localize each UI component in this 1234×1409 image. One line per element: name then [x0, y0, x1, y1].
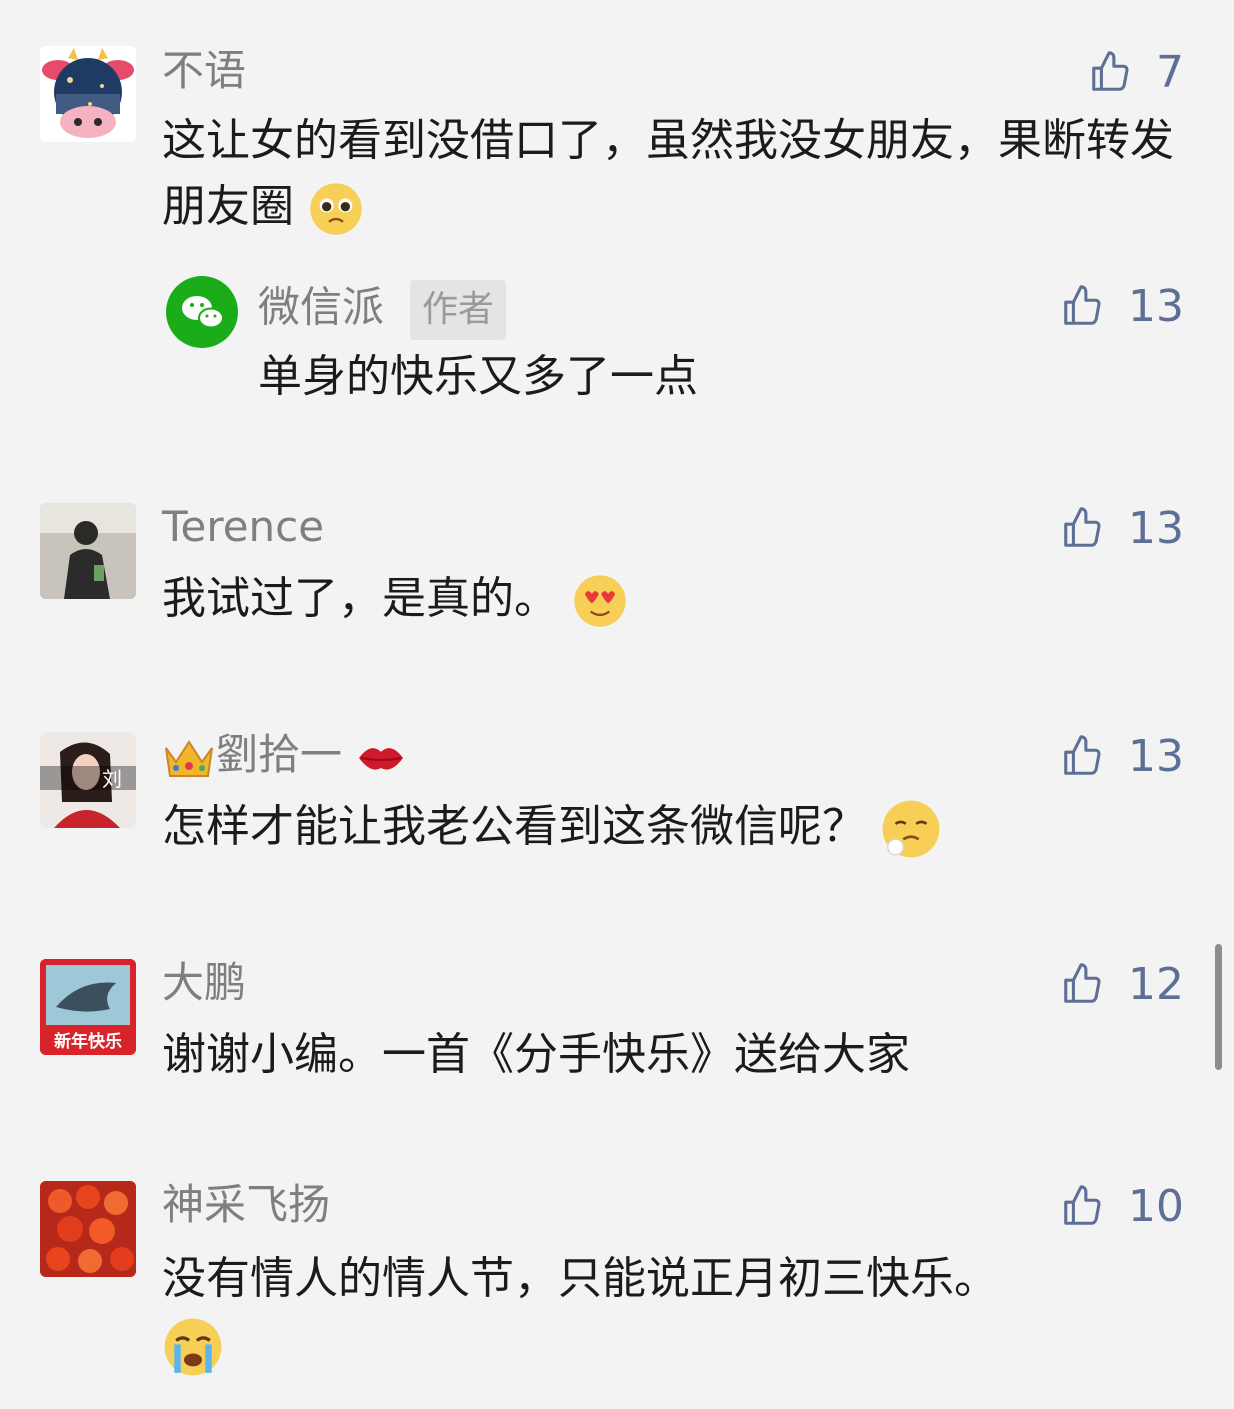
- like-button[interactable]: 7: [1088, 46, 1184, 98]
- woman-photo-avatar: 刘: [40, 732, 136, 828]
- wechat-avatar[interactable]: [166, 276, 238, 348]
- avatar[interactable]: [40, 503, 136, 599]
- reply-text: 单身的快乐又多了一点: [258, 351, 698, 402]
- like-button[interactable]: 13: [1060, 280, 1184, 332]
- like-button[interactable]: 13: [1060, 502, 1184, 554]
- comment-text: 谢谢小编。一首《分手快乐》送给大家: [162, 1029, 910, 1080]
- comment-text-content: 怎样才能让我老公看到这条微信呢？: [162, 801, 866, 852]
- comment-text: 我试过了，是真的。: [162, 566, 1182, 632]
- crying-snot-face-emoji: [882, 800, 940, 858]
- comment-author-name[interactable]: 劉拾一: [162, 730, 407, 780]
- sobbing-face-emoji: [164, 1318, 222, 1376]
- avatar[interactable]: [40, 1181, 136, 1277]
- person-photo-avatar: [40, 503, 136, 599]
- avatar[interactable]: 新年快乐: [40, 959, 136, 1055]
- like-count: 13: [1128, 280, 1184, 332]
- lips-icon: [359, 747, 404, 770]
- comment-text: 这让女的看到没借口了，虽然我没女朋友，果断转发朋友圈: [162, 108, 1182, 240]
- crown-icon: [165, 739, 213, 777]
- like-count: 13: [1128, 730, 1184, 782]
- whale-new-year-avatar: 新年快乐: [40, 959, 136, 1055]
- flowers-avatar: [40, 1181, 136, 1277]
- comment-author-label: 劉拾一: [216, 730, 343, 779]
- reply-author-name[interactable]: 微信派 作者: [258, 280, 507, 340]
- author-tag: 作者: [410, 280, 507, 340]
- avatar-new-year-text: 新年快乐: [54, 1031, 122, 1052]
- avatar[interactable]: 刘: [40, 732, 136, 828]
- like-count: 10: [1128, 1180, 1184, 1232]
- like-button[interactable]: 10: [1060, 1180, 1184, 1232]
- thumbs-up-icon: [1064, 285, 1101, 325]
- thumbs-up-icon: [1064, 507, 1101, 547]
- cow-city-avatar-image: [40, 46, 136, 142]
- reply-author-label: 微信派: [258, 282, 385, 332]
- comment-author-name[interactable]: 神采飞扬: [162, 1180, 330, 1230]
- comment-text: 怎样才能让我老公看到这条微信呢？: [162, 794, 1182, 860]
- comment-text: 没有情人的情人节，只能说正月初三快乐。: [162, 1246, 1182, 1378]
- pleading-face-emoji: [310, 183, 362, 235]
- like-button[interactable]: 13: [1060, 730, 1184, 782]
- scrollbar[interactable]: [1215, 944, 1222, 1070]
- wechat-icon: [182, 296, 224, 329]
- comment-text-content: 我试过了，是真的。: [162, 573, 558, 624]
- like-count: 7: [1156, 46, 1184, 98]
- comment-author-name[interactable]: 大鹏: [162, 958, 246, 1008]
- heart-eyes-face-emoji: [574, 575, 626, 627]
- like-count: 13: [1128, 502, 1184, 554]
- like-count: 12: [1128, 958, 1184, 1010]
- avatar[interactable]: [40, 46, 136, 142]
- like-button[interactable]: 12: [1060, 958, 1184, 1010]
- liu-avatar-text: 刘: [102, 767, 122, 791]
- comment-author-name[interactable]: Terence: [162, 502, 324, 552]
- thumbs-up-icon: [1092, 51, 1129, 91]
- comment-author-name[interactable]: 不语: [162, 46, 246, 96]
- thumbs-up-icon: [1064, 735, 1101, 775]
- comment-text-content: 没有情人的情人节，只能说正月初三快乐。: [162, 1253, 998, 1304]
- thumbs-up-icon: [1064, 1185, 1101, 1225]
- thumbs-up-icon: [1064, 963, 1101, 1003]
